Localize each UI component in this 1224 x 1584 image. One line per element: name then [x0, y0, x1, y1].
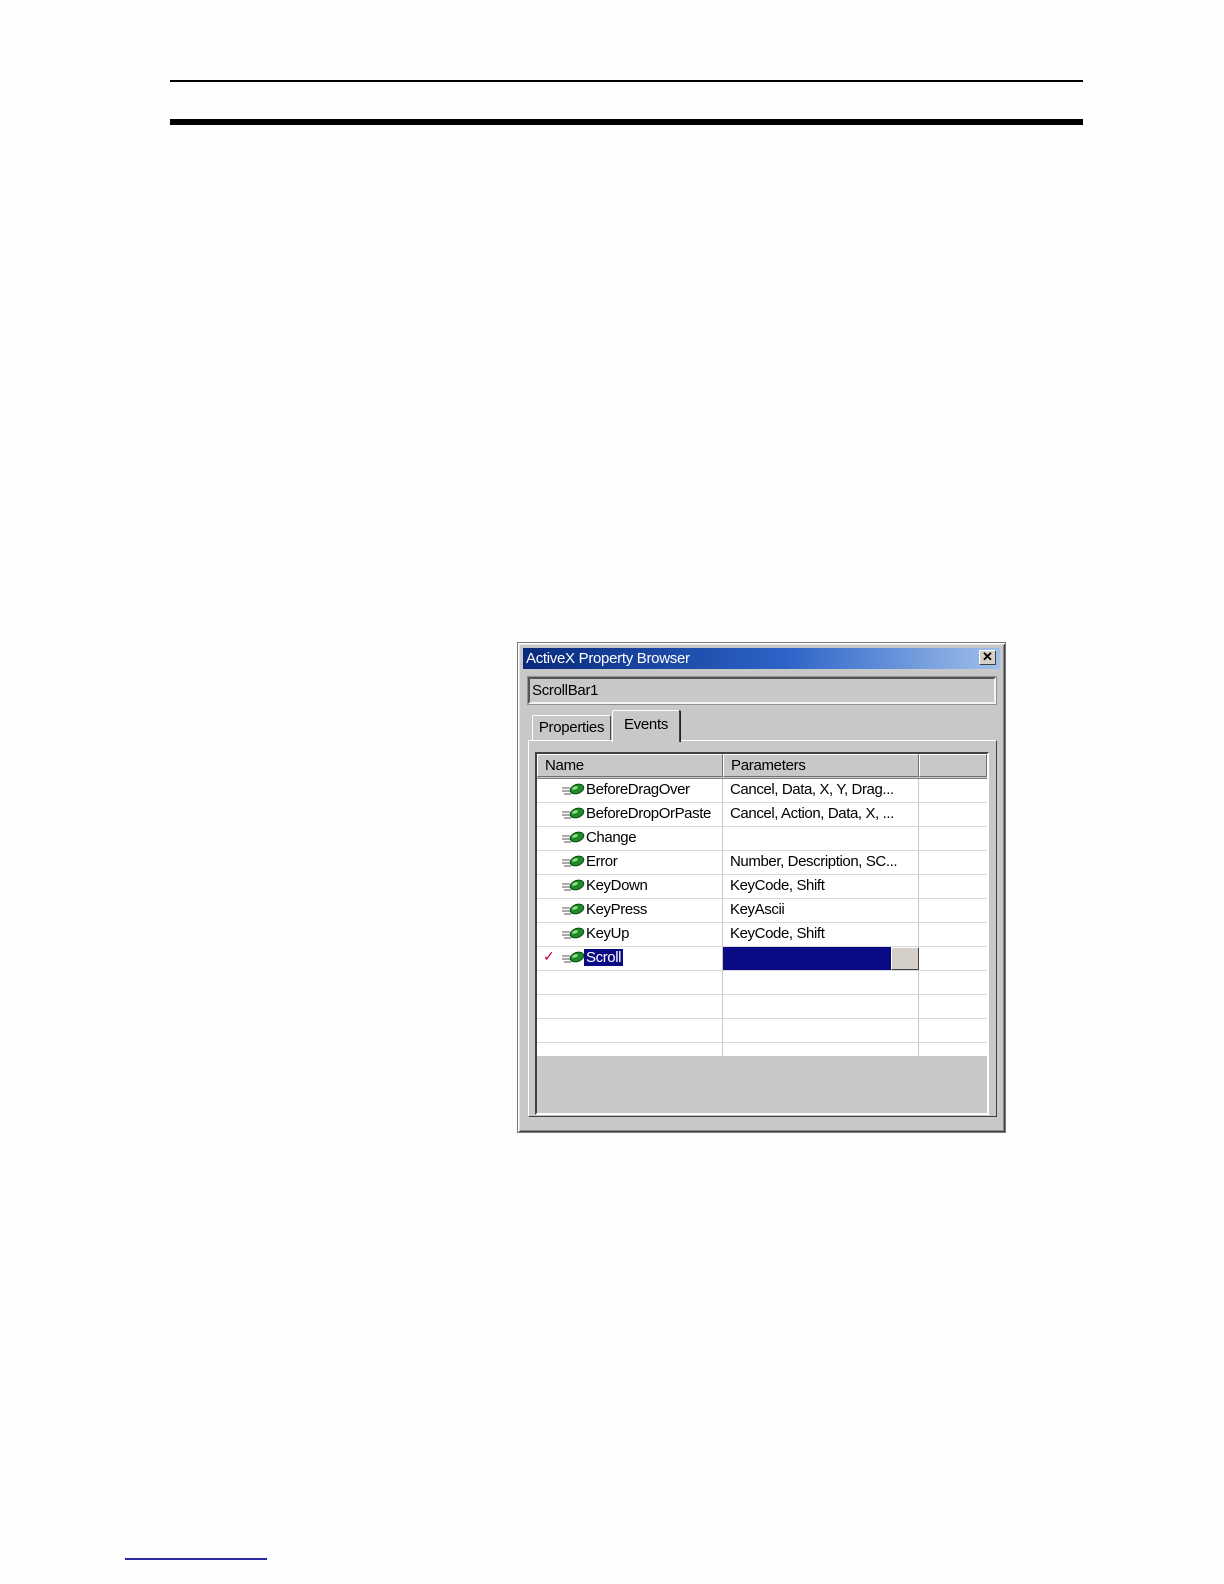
window-title: ActiveX Property Browser: [526, 650, 690, 667]
grid-rows: BeforeDragOver Cancel, Data, X, Y, Drag..…: [537, 779, 987, 1067]
event-parameters: KeyCode, Shift: [730, 925, 825, 942]
events-tab-panel: Name Parameters BeforeDragOver Cancel, Da…: [528, 740, 997, 1117]
parameters-cell[interactable]: [723, 827, 919, 850]
extra-cell: [919, 923, 987, 946]
parameters-cell[interactable]: Cancel, Action, Data, X, ...: [723, 803, 919, 826]
object-name-value: ScrollBar1: [532, 682, 599, 699]
empty-row: [537, 1019, 987, 1043]
extra-cell: [919, 803, 987, 826]
event-name: BeforeDragOver: [586, 781, 690, 798]
tab-properties[interactable]: Properties: [532, 715, 611, 741]
empty-row: [537, 995, 987, 1019]
event-icon: [561, 950, 585, 966]
name-cell: [537, 995, 723, 1018]
header-rule-thin: [170, 80, 1083, 82]
event-parameters: KeyAscii: [730, 901, 785, 918]
grid-empty-area: [537, 1056, 987, 1113]
parameters-cell[interactable]: KeyCode, Shift: [723, 923, 919, 946]
header-rule-thick: [170, 119, 1083, 125]
tab-events[interactable]: Events: [612, 710, 680, 742]
name-cell: [537, 971, 723, 994]
name-cell: [537, 1019, 723, 1042]
name-cell[interactable]: KeyDown: [537, 875, 723, 898]
object-name-field[interactable]: ScrollBar1: [527, 676, 997, 705]
name-cell[interactable]: KeyUp: [537, 923, 723, 946]
parameters-cell: [723, 995, 919, 1018]
event-icon: [561, 926, 585, 942]
event-parameters: Cancel, Action, Data, X, ...: [730, 805, 894, 822]
name-cell[interactable]: KeyPress: [537, 899, 723, 922]
parameters-cell: [723, 1019, 919, 1042]
event-row[interactable]: KeyPress KeyAscii: [537, 899, 987, 923]
column-header-extra[interactable]: [919, 754, 987, 777]
column-header-name[interactable]: Name: [537, 754, 723, 777]
column-header-parameters[interactable]: Parameters: [723, 754, 919, 777]
event-icon: [561, 902, 585, 918]
extra-cell: [919, 779, 987, 802]
events-grid: Name Parameters BeforeDragOver Cancel, Da…: [535, 752, 989, 1115]
empty-row: [537, 971, 987, 995]
event-row[interactable]: BeforeDropOrPaste Cancel, Action, Data, X…: [537, 803, 987, 827]
extra-cell: [919, 851, 987, 874]
name-cell[interactable]: Change: [537, 827, 723, 850]
event-name: Error: [586, 853, 618, 870]
event-row[interactable]: KeyUp KeyCode, Shift: [537, 923, 987, 947]
parameters-cell[interactable]: KeyCode, Shift: [723, 875, 919, 898]
parameters-cell[interactable]: Cancel, Data, X, Y, Drag...: [723, 779, 919, 802]
event-name: Change: [586, 829, 637, 846]
event-icon: [561, 830, 585, 846]
event-icon: [561, 806, 585, 822]
event-parameters: KeyCode, Shift: [730, 877, 825, 894]
event-name: KeyPress: [586, 901, 647, 918]
extra-cell: [919, 947, 987, 970]
extra-cell: [919, 1019, 987, 1042]
event-icon: [561, 854, 585, 870]
event-row[interactable]: KeyDown KeyCode, Shift: [537, 875, 987, 899]
event-name: KeyUp: [586, 925, 630, 942]
event-row[interactable]: BeforeDragOver Cancel, Data, X, Y, Drag..…: [537, 779, 987, 803]
extra-cell: [919, 899, 987, 922]
event-name: BeforeDropOrPaste: [586, 805, 711, 822]
parameters-cell: [723, 971, 919, 994]
grid-header: Name Parameters: [537, 754, 987, 779]
title-bar[interactable]: ActiveX Property Browser ✕: [523, 648, 1000, 669]
extra-cell: [919, 875, 987, 898]
event-row[interactable]: Error Number, Description, SC...: [537, 851, 987, 875]
event-row[interactable]: ✓ Scroll: [537, 947, 987, 971]
activex-property-browser-window: ActiveX Property Browser ✕ ScrollBar1 Pr…: [517, 642, 1006, 1133]
name-cell[interactable]: BeforeDropOrPaste: [537, 803, 723, 826]
name-cell[interactable]: Error: [537, 851, 723, 874]
checkmark-icon: ✓: [543, 948, 555, 964]
event-icon: [561, 782, 585, 798]
parameters-cell[interactable]: Number, Description, SC...: [723, 851, 919, 874]
event-name: Scroll: [584, 949, 624, 966]
parameters-cell[interactable]: [723, 947, 919, 970]
event-parameters: Number, Description, SC...: [730, 853, 898, 870]
parameters-cell[interactable]: KeyAscii: [723, 899, 919, 922]
close-icon[interactable]: ✕: [979, 650, 996, 665]
extra-cell: [919, 827, 987, 850]
extra-cell: [919, 995, 987, 1018]
footer-link-underline: [125, 1558, 267, 1560]
extra-cell: [919, 971, 987, 994]
event-parameters: Cancel, Data, X, Y, Drag...: [730, 781, 894, 798]
event-icon: [561, 878, 585, 894]
event-row[interactable]: Change: [537, 827, 987, 851]
name-cell[interactable]: ✓ Scroll: [537, 947, 723, 970]
name-cell[interactable]: BeforeDragOver: [537, 779, 723, 802]
event-name: KeyDown: [586, 877, 648, 894]
edit-handler-button[interactable]: [891, 947, 919, 970]
